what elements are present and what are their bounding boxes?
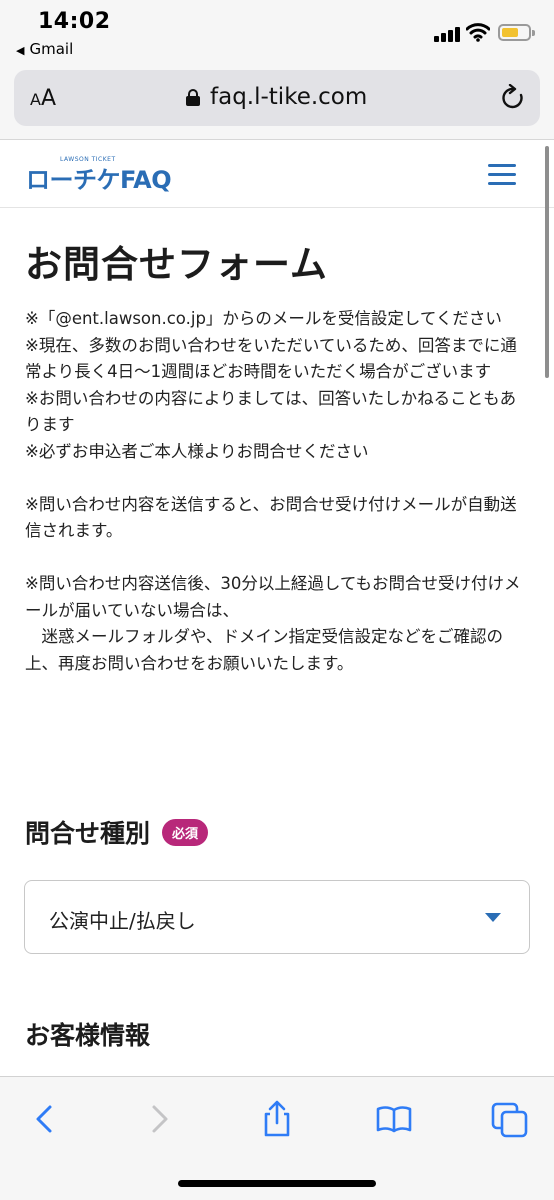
reload-icon[interactable] [500,84,526,112]
notice-line: ※必ずお申込者ご本人様よりお問合せください [25,441,369,461]
notice-text: ※「@ent.lawson.co.jp」からのメールを受信設定してください ※現… [25,306,531,677]
url-text: faq.l-tike.com [210,84,368,110]
required-badge: 必須 [162,819,209,846]
logo-text: ローチケFAQ [26,166,172,194]
customer-info-heading: お客様情報 [25,1021,151,1050]
main-content: お問合せフォーム ※「@ent.lawson.co.jp」からのメールを受信設定… [25,208,531,677]
tabs-icon[interactable] [488,1097,532,1141]
bookmarks-icon[interactable] [372,1097,416,1141]
status-bar: 14:02 ◀ Gmail [0,0,554,64]
share-icon[interactable] [255,1097,299,1141]
back-app-label: Gmail [29,40,74,58]
inquiry-type-select[interactable]: 公演中止/払戻し [24,880,530,954]
dropdown-caret-icon [485,913,501,922]
address-bar[interactable]: AA faq.l-tike.com [14,70,540,126]
back-icon[interactable] [22,1097,66,1141]
notice-line: ※現在、多数のお問い合わせをいただいているため、回答までに通常より長く4日〜1週… [25,335,517,382]
page-title: お問合せフォーム [25,243,328,286]
wifi-icon [466,23,490,42]
browser-address-area: AA faq.l-tike.com [0,64,554,140]
inquiry-type-heading: 問合せ種別 必須 [25,814,209,850]
screen: 14:02 ◀ Gmail AA faq.l-tike.com LAWSON TI… [0,0,554,1200]
lock-icon [186,89,200,106]
inquiry-type-selected-value: 公演中止/払戻し [49,909,196,933]
notice-line: ※問い合わせ内容送信後、30分以上経過してもお問合せ受け付けメールが届いていない… [25,574,521,620]
cellular-signal-icon [434,26,460,42]
text-size-button[interactable]: AA [30,86,56,111]
forward-icon[interactable] [138,1097,182,1141]
scroll-indicator [545,146,549,378]
notice-line: ※お問い合わせの内容によりましては、回答いたしかねることもあります [25,388,517,435]
home-indicator [178,1180,376,1187]
site-logo[interactable]: LAWSON TICKET ローチケFAQ [26,154,172,194]
status-time: 14:02 [38,9,111,34]
back-to-app-button[interactable]: ◀ Gmail [16,40,73,58]
site-header: LAWSON TICKET ローチケFAQ [0,140,554,208]
battery-icon [498,24,535,41]
back-triangle-icon: ◀ [16,44,25,57]
notice-line: ※「@ent.lawson.co.jp」からのメールを受信設定してください [25,309,502,328]
inquiry-type-label: 問合せ種別 [25,819,151,848]
hamburger-menu-icon[interactable] [488,164,516,186]
notice-line: ※問い合わせ内容を送信すると、お問合せ受け付けメールが自動送信されます。 [25,494,517,541]
notice-line: 迷惑メールフォルダや、ドメイン指定受信設定などをご確認の上、再度お問い合わせをお… [25,627,504,673]
